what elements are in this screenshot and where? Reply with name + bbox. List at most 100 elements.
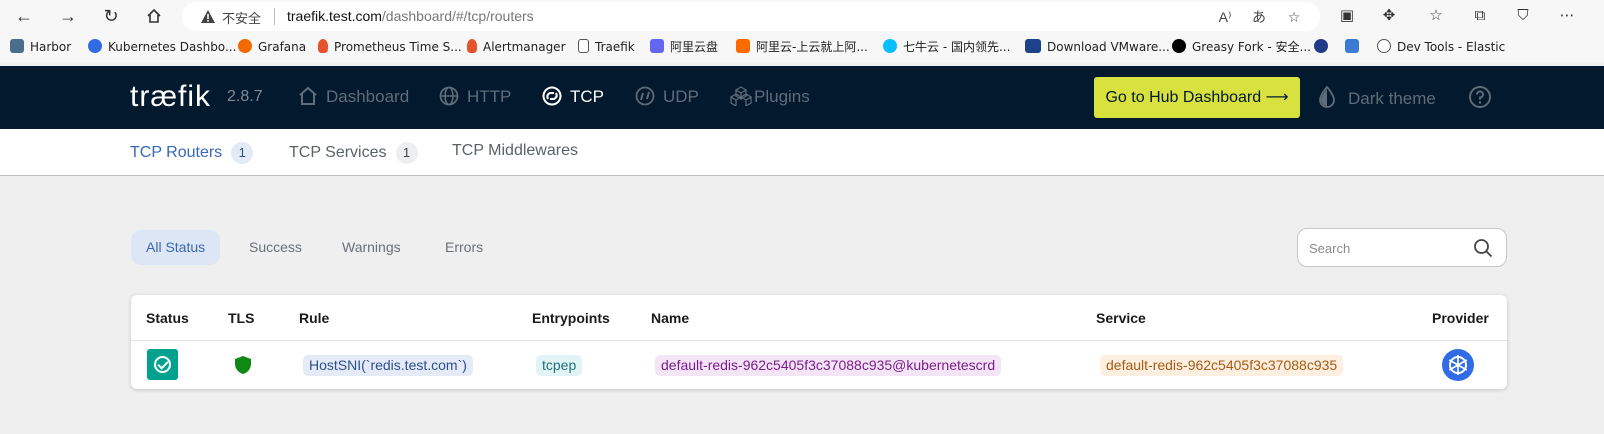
filter-success[interactable]: Success	[234, 230, 317, 265]
favorite-add-icon[interactable]: ☆	[1285, 8, 1303, 26]
nav-plugins[interactable]: Plugins	[729, 86, 810, 108]
address-bar[interactable]: 不安全 traefik.test.com/dashboard/#/tcp/rou…	[182, 2, 1320, 31]
search-input[interactable]	[1309, 238, 1459, 258]
count-badge: 1	[395, 142, 418, 164]
nav-label: UDP	[663, 87, 699, 106]
dark-theme-label: Dark theme	[1348, 89, 1436, 108]
favorites-icon[interactable]: ☆	[1425, 5, 1447, 27]
bookmark-label: Grafana	[258, 40, 307, 54]
entrypoint-chip: tcpep	[536, 355, 583, 376]
gear-icon	[1377, 39, 1391, 53]
service-chip: default-redis-962c5405f3c37088c935	[1100, 355, 1344, 376]
more-icon[interactable]: ⋯	[1556, 5, 1578, 27]
globe-icon	[439, 86, 459, 106]
column-header-entrypoints[interactable]: Entrypoints	[532, 310, 610, 326]
nav-tcp[interactable]: TCP	[542, 86, 604, 107]
status-success-icon	[147, 349, 178, 380]
hub-dashboard-button[interactable]: Go to Hub Dashboard ⟶	[1094, 77, 1300, 118]
document-icon	[578, 39, 589, 53]
bookmark-prometheus[interactable]: Prometheus Time S...	[318, 39, 462, 57]
dark-theme-toggle[interactable]: Dark theme	[1318, 85, 1436, 109]
column-header-service[interactable]: Service	[1096, 310, 1146, 326]
kubernetes-icon	[1442, 349, 1474, 381]
extensions-icon[interactable]: ✥	[1378, 5, 1400, 27]
search-box	[1297, 228, 1507, 267]
bookmark-vmware[interactable]: Download VMware...	[1025, 39, 1170, 57]
udp-icon	[635, 86, 655, 106]
bookmark-label: Traefik	[595, 40, 635, 54]
site-icon	[1345, 39, 1359, 53]
aliyun-icon	[736, 39, 750, 53]
nav-label: HTTP	[467, 87, 512, 106]
bookmark-greasyfork[interactable]: Greasy Fork - 安全...	[1172, 39, 1311, 57]
bookmark-label: Prometheus Time S...	[334, 40, 462, 54]
collections-icon[interactable]: ▣	[1336, 5, 1358, 27]
bookmark-harbor[interactable]: Harbor	[10, 39, 71, 57]
sub-tabs: TCP Routers 1 TCP Services 1 TCP Middlewar…	[0, 129, 1604, 176]
reload-icon[interactable]: ↻	[99, 5, 123, 27]
tab-tcp-middlewares[interactable]: TCP Middlewares	[452, 142, 578, 160]
filter-warnings[interactable]: Warnings	[327, 230, 416, 265]
column-header-rule[interactable]: Rule	[299, 310, 329, 326]
back-icon[interactable]: ←	[12, 5, 36, 27]
bookmark-label: Kubernetes Dashbo...	[108, 40, 237, 54]
filter-all-status[interactable]: All Status	[131, 230, 221, 265]
column-header-name[interactable]: Name	[651, 310, 689, 326]
nav-dashboard[interactable]: Dashboard	[298, 86, 409, 107]
bookmark-grafana[interactable]: Grafana	[238, 39, 306, 57]
divider	[274, 8, 275, 25]
nav-label: TCP	[570, 87, 604, 106]
kubernetes-icon	[88, 39, 102, 53]
greasyfork-icon	[1172, 39, 1186, 53]
bookmark-label: Harbor	[30, 40, 72, 54]
alertmanager-icon	[467, 39, 477, 53]
bookmark-label: Alertmanager	[483, 40, 566, 54]
column-header-tls[interactable]: TLS	[228, 310, 254, 326]
vmware-icon	[1025, 39, 1041, 53]
tab-label: TCP Routers	[130, 144, 223, 161]
forward-icon[interactable]: →	[56, 5, 80, 27]
tab-tcp-routers[interactable]: TCP Routers 1	[130, 142, 254, 164]
nav-udp[interactable]: UDP	[635, 86, 699, 107]
bookmarks-bar: Harbor Kubernetes Dashbo... Grafana Prom…	[0, 33, 1604, 62]
tab-label: TCP Middlewares	[452, 142, 578, 159]
bookmark-icon-only-1[interactable]	[1314, 39, 1334, 57]
insecure-label: 不安全	[222, 12, 262, 27]
bookmark-aliyun-drive[interactable]: 阿里云盘	[650, 39, 718, 57]
home-icon[interactable]	[142, 5, 166, 27]
bookmark-traefik[interactable]: Traefik	[578, 39, 635, 57]
read-aloud-icon[interactable]: A⁾	[1216, 8, 1234, 26]
translate-icon[interactable]: あ	[1250, 8, 1268, 26]
column-header-status[interactable]: Status	[146, 310, 189, 326]
bookmark-kubernetes[interactable]: Kubernetes Dashbo...	[88, 39, 236, 57]
bookmark-alertmanager[interactable]: Alertmanager	[467, 39, 566, 57]
help-icon[interactable]	[1468, 85, 1492, 114]
tls-shield-icon	[235, 356, 251, 374]
droplet-icon	[1319, 85, 1335, 108]
tabs-icon[interactable]: ⧉	[1469, 5, 1491, 27]
bookmark-aliyun[interactable]: 阿里云-上云就上阿...	[736, 39, 868, 57]
shield-check-icon[interactable]: ⛉	[1512, 5, 1534, 27]
url-text: traefik.test.com/dashboard/#/tcp/routers	[287, 8, 534, 24]
cubes-icon	[729, 86, 753, 108]
traefik-logo[interactable]: træfik	[130, 80, 211, 114]
bookmark-icon-only-2[interactable]	[1345, 39, 1365, 57]
search-icon[interactable]	[1473, 238, 1493, 258]
home-icon	[299, 86, 317, 105]
bookmark-label: 阿里云盘	[670, 40, 719, 54]
tab-tcp-services[interactable]: TCP Services 1	[289, 142, 418, 164]
nav-label: Dashboard	[326, 87, 410, 106]
nav-label: Plugins	[754, 87, 810, 106]
bookmark-qiniu[interactable]: 七牛云 - 国内领先...	[883, 39, 1010, 57]
bookmark-label: Dev Tools - Elastic	[1397, 40, 1506, 54]
harbor-icon	[10, 39, 24, 53]
nav-http[interactable]: HTTP	[439, 86, 511, 107]
version-label: 2.8.7	[227, 88, 263, 105]
filter-errors[interactable]: Errors	[430, 230, 498, 265]
tab-label: TCP Services	[289, 144, 387, 161]
column-header-provider[interactable]: Provider	[1432, 310, 1489, 326]
url-path: /dashboard/#/tcp/routers	[381, 8, 534, 24]
bookmark-elastic[interactable]: Dev Tools - Elastic	[1377, 39, 1505, 57]
aliyun-drive-icon	[650, 39, 664, 53]
url-domain: traefik.test.com	[287, 8, 382, 24]
